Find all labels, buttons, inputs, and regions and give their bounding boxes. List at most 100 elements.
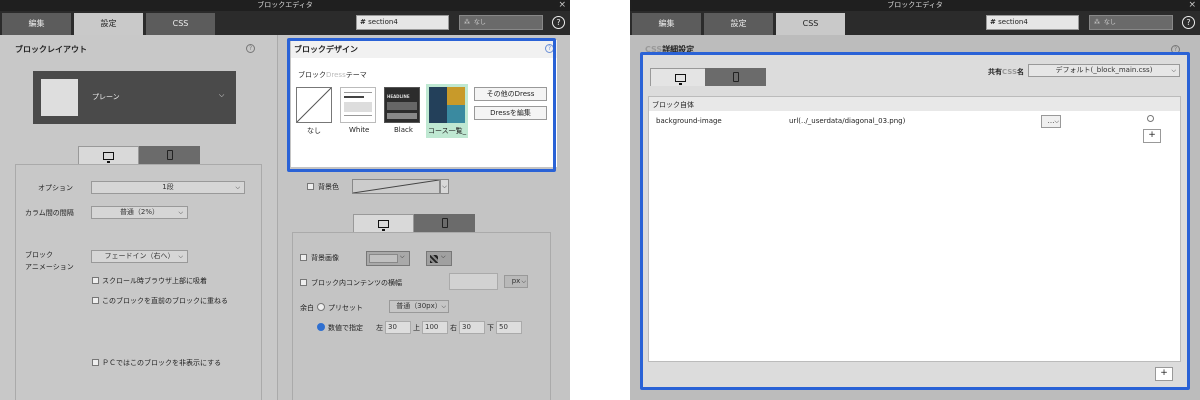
- tree-icon: ⁂: [1094, 19, 1100, 26]
- position-select[interactable]: ⁂ なし: [1089, 15, 1173, 30]
- chevron-down-icon: ⌵: [441, 303, 446, 310]
- margin-right-label: 右: [450, 324, 457, 332]
- section-id-input[interactable]: # section4: [356, 15, 449, 30]
- margin-left-input[interactable]: 30: [385, 321, 411, 334]
- width-unit-value: px: [511, 277, 521, 285]
- position-select-value: なし: [473, 19, 486, 26]
- options-box: オプション 1段 ⌵ カラム間の間隔 普通（2%） ⌵ ブロック アニメーション フ…: [15, 164, 262, 400]
- section-id-value: section4: [998, 18, 1028, 26]
- close-icon[interactable]: ×: [558, 0, 566, 11]
- content-width-input[interactable]: [449, 273, 498, 290]
- overlap-label: このブロックを直前のブロックに重ねる: [102, 297, 228, 305]
- option-label: オプション: [38, 184, 73, 192]
- help-icon[interactable]: ?: [552, 16, 565, 29]
- position-select-value: なし: [1103, 19, 1116, 26]
- bg-image-checkbox[interactable]: [300, 254, 307, 261]
- css-highlight-frame: [640, 52, 1190, 390]
- animation-label-line2: アニメーション: [25, 263, 74, 271]
- chevron-down-icon: ⌵: [235, 184, 240, 191]
- chevron-down-icon: ⌵: [400, 253, 405, 260]
- animation-label-line1: ブロック: [25, 251, 53, 259]
- layout-selector[interactable]: プレーン ⌵: [33, 71, 236, 124]
- chevron-down-icon: ⌵: [441, 253, 446, 260]
- block-layout-title: ブロックレイアウト: [15, 45, 87, 54]
- pc-hide-checkbox[interactable]: [92, 359, 99, 366]
- device-tab-sp[interactable]: [414, 214, 475, 232]
- width-unit-select[interactable]: px ⌵: [504, 275, 528, 288]
- preset-radio[interactable]: [317, 303, 325, 311]
- tab-settings[interactable]: 設定: [704, 13, 773, 35]
- tab-css[interactable]: CSS: [146, 13, 215, 35]
- column-gap-label: カラム間の間隔: [25, 209, 74, 217]
- position-select[interactable]: ⁂ なし: [459, 15, 543, 30]
- chevron-down-icon: ⌵: [521, 278, 526, 285]
- overlap-checkbox[interactable]: [92, 297, 99, 304]
- bg-color-label: 背景色: [318, 183, 339, 191]
- bg-color-checkbox[interactable]: [307, 183, 314, 190]
- window-title: ブロックエディタ: [257, 1, 313, 9]
- column-gap-select[interactable]: 普通（2%） ⌵: [91, 206, 188, 219]
- chevron-down-icon: ⌵: [219, 91, 225, 99]
- margin-right-input[interactable]: 30: [459, 321, 485, 334]
- layout-column: ブロックレイアウト ? プレーン ⌵ オプション 1段 ⌵ カラム間の間隔 普通（…: [0, 35, 277, 400]
- preset-value: 普通（30px）: [396, 302, 442, 310]
- pc-hide-label: ＰＣではこのブロックを非表示にする: [102, 359, 222, 367]
- margin-label: 余白: [300, 304, 314, 312]
- tab-bar: 編集 設定 CSS # section4 ⁂ なし ?: [0, 11, 570, 35]
- device-tab-pc[interactable]: [353, 214, 414, 232]
- content-width-label: ブロック内コンテンツの横幅: [311, 279, 402, 287]
- tab-settings[interactable]: 設定: [74, 13, 143, 35]
- option-select-value: 1段: [162, 183, 174, 191]
- layout-name: プレーン: [92, 93, 120, 101]
- device-tab-sp[interactable]: [139, 146, 200, 164]
- background-settings-box: 背景画像 ⌵ ⌵ ブロック内コンテンツの横幅 px ⌵ 余白 プリセット 普通（3…: [292, 232, 551, 400]
- chevron-down-icon: ⌵: [178, 209, 183, 216]
- monitor-icon: [378, 219, 389, 231]
- no-color-diagonal: [353, 180, 439, 193]
- design-highlight-frame: [287, 38, 556, 172]
- preset-label: プリセット: [328, 304, 363, 312]
- chevron-down-icon: ⌵: [178, 253, 183, 260]
- help-icon[interactable]: ?: [246, 44, 255, 53]
- bg-color-picker[interactable]: [352, 179, 440, 194]
- bg-image-label: 背景画像: [311, 254, 339, 262]
- bg-image-selector[interactable]: ⌵: [366, 251, 410, 266]
- device-tab-pc[interactable]: [78, 146, 139, 164]
- monitor-icon: [103, 151, 114, 163]
- window-titlebar: ブロックエディタ ×: [630, 0, 1200, 11]
- margin-top-label: 上: [413, 324, 420, 332]
- scroll-sticky-label: スクロール時ブラウザ上部に吸着: [102, 277, 207, 285]
- column-gap-value: 普通（2%）: [119, 208, 160, 216]
- phone-icon: [166, 149, 173, 160]
- margin-left-label: 左: [376, 324, 383, 332]
- tab-edit[interactable]: 編集: [2, 13, 71, 35]
- close-icon[interactable]: ×: [1188, 0, 1196, 11]
- window-titlebar: ブロックエディタ ×: [0, 0, 570, 11]
- chevron-down-icon[interactable]: ⌵: [440, 179, 449, 194]
- margin-bottom-input[interactable]: 50: [496, 321, 522, 334]
- bg-repeat-selector[interactable]: ⌵: [426, 251, 452, 266]
- preset-select[interactable]: 普通（30px） ⌵: [389, 300, 449, 313]
- hash-symbol: #: [360, 18, 366, 26]
- scroll-sticky-checkbox[interactable]: [92, 277, 99, 284]
- window-title: ブロックエディタ: [887, 1, 943, 9]
- pattern-icon: [430, 255, 438, 263]
- option-select[interactable]: 1段 ⌵: [91, 181, 245, 194]
- tab-bar: 編集 設定 CSS # section4 ⁂ なし ?: [630, 11, 1200, 35]
- animation-select[interactable]: フェードイン（右へ） ⌵: [91, 250, 188, 263]
- numeric-radio[interactable]: [317, 323, 325, 331]
- section-id-input[interactable]: # section4: [986, 15, 1079, 30]
- tab-edit[interactable]: 編集: [632, 13, 701, 35]
- hash-symbol: #: [990, 18, 996, 26]
- section-id-value: section4: [368, 18, 398, 26]
- margin-top-input[interactable]: 100: [422, 321, 448, 334]
- tree-icon: ⁂: [464, 19, 470, 26]
- block-editor-css-pane: ブロックエディタ × 編集 設定 CSS # section4 ⁂ なし ? C…: [630, 0, 1200, 400]
- content-width-checkbox[interactable]: [300, 279, 307, 286]
- help-icon[interactable]: ?: [1182, 16, 1195, 29]
- phone-icon: [441, 217, 448, 228]
- tab-css[interactable]: CSS: [776, 13, 845, 35]
- block-editor-settings-pane: ブロックエディタ × 編集 設定 CSS # section4 ⁂ なし ? ブ…: [0, 0, 570, 400]
- animation-value: フェードイン（右へ）: [104, 252, 175, 260]
- bg-image-swatch: [369, 254, 398, 263]
